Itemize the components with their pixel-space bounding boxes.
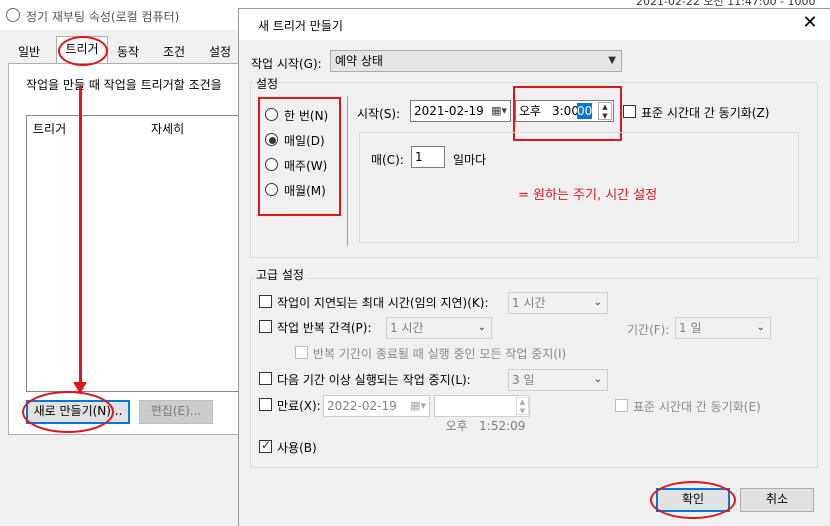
repeat-label: 작업 반복 간격(P): xyxy=(277,321,372,335)
delay-value: 1 시간 xyxy=(512,296,546,310)
repeat-select[interactable]: 1 시간 ⌄ xyxy=(386,317,492,339)
highlight-new-button xyxy=(22,391,114,433)
annotation-text: = 원하는 주기, 시간 설정 xyxy=(518,188,658,203)
begin-task-label: 작업 시작(G): xyxy=(251,57,322,71)
advanced-group-label: 고급 설정 xyxy=(254,266,306,283)
highlight-ok-button xyxy=(650,481,736,519)
expire-sync-checkbox[interactable] xyxy=(615,399,628,412)
stop-longer-checkbox[interactable] xyxy=(259,372,272,385)
clock-icon xyxy=(6,8,20,22)
delay-label: 작업이 지연되는 최대 시간(임의 지연)(K): xyxy=(277,296,489,310)
expire-date-picker[interactable]: 2022-02-19 ▦▾ xyxy=(323,395,430,417)
triggers-description: 작업을 만들 때 작업을 트리거할 조건을 xyxy=(26,78,222,92)
repeat-checkbox[interactable] xyxy=(259,320,272,333)
tab-conditions[interactable]: 조건 xyxy=(154,40,194,62)
delay-select[interactable]: 1 시간 ⌄ xyxy=(508,292,608,314)
recur-label: 매(C): xyxy=(371,153,404,167)
spin-up-icon[interactable]: ▲ xyxy=(517,398,528,406)
tab-general[interactable]: 일반 xyxy=(10,40,48,62)
back-window-title: 정기 재부팅 속성(로컬 컴퓨터) xyxy=(26,10,180,24)
duration-label: 기간(F): xyxy=(627,323,670,337)
expire-label: 만료(X): xyxy=(277,399,321,413)
list-header-trigger[interactable]: 트리거 xyxy=(33,120,66,137)
start-date-picker[interactable]: 2021-02-19 ▦▾ xyxy=(410,100,511,122)
stop-longer-select[interactable]: 3 일 ⌄ xyxy=(508,369,608,391)
back-clock-text: 2021-02-22 오전 11:47:00 - 1000 xyxy=(636,0,816,8)
chevron-down-icon: ▼ xyxy=(608,55,616,66)
chevron-down-icon: ⌄ xyxy=(477,322,486,333)
delay-checkbox[interactable] xyxy=(259,295,272,308)
repeat-value: 1 시간 xyxy=(390,321,424,335)
begin-task-value: 예약 상태 xyxy=(335,54,383,68)
stop-all-label: 반복 기간이 종료될 때 실행 중인 모든 작업 중지(I) xyxy=(313,347,567,361)
begin-task-select[interactable]: 예약 상태 ▼ xyxy=(330,50,622,72)
calendar-icon: ▦▾ xyxy=(410,399,426,412)
expire-sync-label: 표준 시간대 간 동기화(E) xyxy=(633,400,761,414)
highlight-schedule-options xyxy=(258,97,341,216)
sync-timezone-checkbox[interactable] xyxy=(623,105,636,118)
recur-unit-label: 일마다 xyxy=(453,153,487,167)
tab-actions[interactable]: 동작 xyxy=(108,40,148,62)
close-icon[interactable]: ✕ xyxy=(796,12,824,36)
recur-days-input[interactable]: 1 xyxy=(411,146,445,168)
cancel-button[interactable]: 취소 xyxy=(740,488,814,512)
trigger-list[interactable] xyxy=(26,115,240,392)
expire-time-spinner[interactable]: ▲ ▼ xyxy=(516,397,529,415)
settings-group-label: 설정 xyxy=(254,75,281,92)
annotation-arrow-line xyxy=(79,86,82,388)
schedule-divider xyxy=(347,96,348,246)
expire-checkbox[interactable] xyxy=(259,398,272,411)
spin-down-icon[interactable]: ▼ xyxy=(517,407,528,415)
start-date-value: 2021-02-19 xyxy=(414,104,484,118)
edit-trigger-button[interactable]: 편집(E)... xyxy=(139,400,213,424)
duration-value: 1 일 xyxy=(679,321,702,335)
tab-settings[interactable]: 설정 xyxy=(200,40,240,62)
expire-time-value: 오후 1:52:09 xyxy=(445,419,526,433)
enabled-checkbox[interactable] xyxy=(259,438,272,453)
stop-all-checkbox[interactable] xyxy=(295,346,308,359)
chevron-down-icon: ⌄ xyxy=(593,374,602,385)
highlight-triggers-tab xyxy=(58,36,108,66)
start-label: 시작(S): xyxy=(357,107,401,121)
chevron-down-icon: ⌄ xyxy=(593,297,602,308)
dialog-title: 새 트리거 만들기 xyxy=(258,19,343,33)
calendar-icon: ▦▾ xyxy=(491,104,507,117)
expire-date-value: 2022-02-19 xyxy=(327,399,397,413)
enabled-label: 사용(B) xyxy=(277,441,317,455)
duration-select[interactable]: 1 일 ⌄ xyxy=(675,317,771,339)
recur-days-value: 1 xyxy=(415,150,423,164)
sync-timezone-label: 표준 시간대 간 동기화(Z) xyxy=(641,106,770,120)
stop-longer-label: 다음 기간 이상 실행되는 작업 중지(L): xyxy=(277,373,471,387)
chevron-down-icon: ⌄ xyxy=(756,322,765,333)
stop-longer-value: 3 일 xyxy=(512,373,535,387)
list-header-details[interactable]: 자세히 xyxy=(151,120,184,137)
